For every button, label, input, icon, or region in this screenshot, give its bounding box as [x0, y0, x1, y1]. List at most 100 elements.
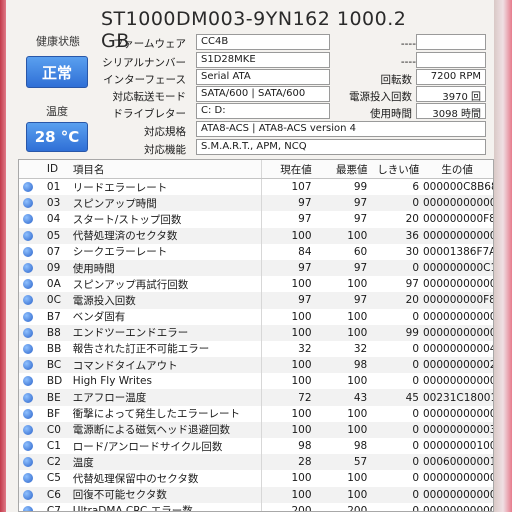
table-row[interactable]: B8 エンドツーエンドエラー 100 100 99 000000000000: [19, 324, 493, 341]
table-row[interactable]: 05 代替処理済のセクタ数 100 100 36 000000000000: [19, 227, 493, 244]
attr-name: 衝撃によって発生したエラーレート: [67, 405, 262, 422]
status-cell: [19, 505, 37, 511]
attr-id: B7: [46, 310, 61, 323]
status-dot-icon: [22, 360, 33, 371]
attr-worst: 98: [353, 440, 368, 453]
header-name[interactable]: 項目名: [67, 160, 262, 178]
health-status-badge[interactable]: 正常: [26, 56, 88, 88]
attr-name: 報告された訂正不可能エラー: [67, 340, 262, 358]
table-header-row: ID 項目名 現在値 最悪値 しきい値 生の値: [19, 160, 493, 179]
attr-current: 100: [291, 423, 312, 436]
header-worst[interactable]: 最悪値: [318, 160, 374, 178]
table-row[interactable]: BC コマンドタイムアウト 100 98 0 00000000002A: [19, 357, 493, 374]
attr-worst: 100: [347, 423, 368, 436]
status-dot-icon: [22, 343, 33, 354]
table-row[interactable]: 01 リードエラーレート 107 99 6 000000C8B68: [19, 179, 494, 196]
attr-worst: 57: [353, 456, 368, 469]
status-cell: [19, 441, 37, 452]
rotation-rate-label: 回転数: [380, 74, 413, 86]
table-row[interactable]: C2 温度 28 57 0 00060000001C: [19, 454, 493, 471]
header-raw[interactable]: 生の値: [423, 160, 493, 178]
table-row[interactable]: BE エアフロー温度 72 43 45 00231C18001C: [19, 389, 493, 406]
attr-name: 電源投入回数: [67, 292, 262, 309]
table-row[interactable]: 07 シークエラーレート 84 60 30 00001386F7A7: [19, 243, 493, 260]
attr-id: C7: [46, 504, 61, 512]
rotation-rate-value: 7200 RPM: [416, 69, 486, 85]
status-cell: [19, 295, 37, 306]
table-row[interactable]: C0 電源断による磁気ヘッド退避回数 100 100 0 000000000038: [19, 421, 493, 438]
status-cell: [19, 246, 37, 257]
status-dot-icon: [22, 279, 33, 290]
status-cell: [19, 214, 37, 225]
attr-threshold: 0: [412, 262, 419, 275]
crystaldiskinfo-window: ST1000DM003-9YN162 1000.2 GB 健康状態 正常 温度 …: [6, 0, 494, 512]
smart-attributes-table[interactable]: ID 項目名 現在値 最悪値 しきい値 生の値 01 リードエラーレート 107 99…: [18, 159, 494, 512]
temperature-label: 温度: [46, 105, 68, 118]
firmware-label: ファームウェア: [112, 38, 186, 50]
attr-id: 03: [46, 197, 61, 210]
attr-current: 97: [298, 197, 312, 210]
table-row[interactable]: 0C 電源投入回数 97 97 20 000000000F82: [19, 292, 493, 309]
table-row[interactable]: C6回復不可能セクタ数1001000000000000000: [19, 486, 493, 503]
status-dot-icon: [22, 441, 33, 452]
attr-id: 01: [46, 181, 61, 194]
header-threshold[interactable]: しきい値: [374, 160, 424, 178]
interface-label: インターフェース: [103, 74, 186, 86]
attr-id: 09: [46, 262, 61, 275]
status-cell: [19, 263, 37, 274]
attr-worst: 100: [347, 229, 368, 242]
attr-threshold: 0: [412, 375, 419, 388]
attr-raw: 000000000F82: [423, 213, 493, 226]
attr-name: 代替処理済のセクタ数: [67, 227, 262, 244]
drive-letter-value: C: D:: [196, 103, 330, 119]
attr-raw: 000000000000: [423, 375, 493, 388]
status-dot-icon: [22, 182, 33, 193]
header-current[interactable]: 現在値: [262, 160, 318, 178]
attr-current: 32: [298, 342, 312, 355]
table-row[interactable]: C7UltraDMA CRC エラー数2002000000000000000: [19, 502, 493, 512]
header-id[interactable]: ID: [37, 160, 67, 178]
status-dot-icon: [22, 198, 33, 209]
attr-raw: 000000C8B68: [423, 181, 494, 194]
table-row[interactable]: 03スピンアップ時間97970000000000000: [19, 195, 493, 212]
status-cell: [19, 311, 37, 322]
status-dot-icon: [22, 295, 33, 306]
table-row[interactable]: BF衝撃によって発生したエラーレート1001000000000000000: [19, 405, 493, 422]
table-row[interactable]: C5代替処理保留中のセクタ数1001000000000000000: [19, 470, 493, 487]
attr-id: 0A: [46, 278, 61, 291]
attr-id: C2: [46, 456, 61, 469]
attr-name: スタート/ストップ回数: [67, 211, 262, 228]
attr-name: 電源断による磁気ヘッド退避回数: [67, 421, 262, 438]
attr-threshold: 0: [412, 310, 419, 323]
attr-threshold: 45: [405, 391, 419, 404]
attr-threshold: 6: [412, 181, 419, 194]
table-row[interactable]: 0A スピンアップ再試行回数 100 100 97 000000000000: [19, 276, 493, 293]
right-blank-label-2: ----: [400, 56, 416, 68]
temperature-badge[interactable]: 28 °C: [26, 122, 88, 152]
status-dot-icon: [22, 424, 33, 435]
table-row[interactable]: 04 スタート/ストップ回数 97 97 20 000000000F82: [19, 211, 493, 228]
attr-worst: 32: [353, 342, 368, 355]
attr-id: C6: [46, 488, 61, 501]
attr-id: BD: [46, 375, 63, 388]
attr-current: 72: [298, 391, 312, 404]
attr-current: 100: [291, 229, 312, 242]
status-cell: [19, 230, 37, 241]
attr-worst: 200: [347, 504, 368, 512]
status-cell: [19, 360, 37, 371]
table-row[interactable]: B7ベンダ固有1001000000000000000: [19, 308, 493, 325]
attr-current: 97: [298, 294, 312, 307]
right-blank-label-1: ----: [400, 38, 416, 50]
table-row[interactable]: 09 使用時間 97 97 0 000000000C1A: [19, 259, 493, 277]
table-row[interactable]: BDHigh Fly Writes1001000000000000000: [19, 373, 493, 390]
interface-value: Serial ATA: [196, 69, 330, 85]
table-row[interactable]: BB 報告された訂正不可能エラー 32 32 0 000000000044: [19, 340, 493, 358]
attr-worst: 60: [353, 245, 368, 258]
table-row[interactable]: C1 ロード/アンロードサイクル回数 98 98 0 000000001009: [19, 438, 493, 455]
status-dot-icon: [22, 489, 33, 500]
attr-current: 98: [298, 440, 312, 453]
attr-name: スピンアップ時間: [67, 195, 262, 212]
attr-id: BB: [46, 342, 62, 355]
attr-raw: 000000000000: [423, 278, 493, 291]
attr-raw: 000000000038: [423, 423, 493, 436]
